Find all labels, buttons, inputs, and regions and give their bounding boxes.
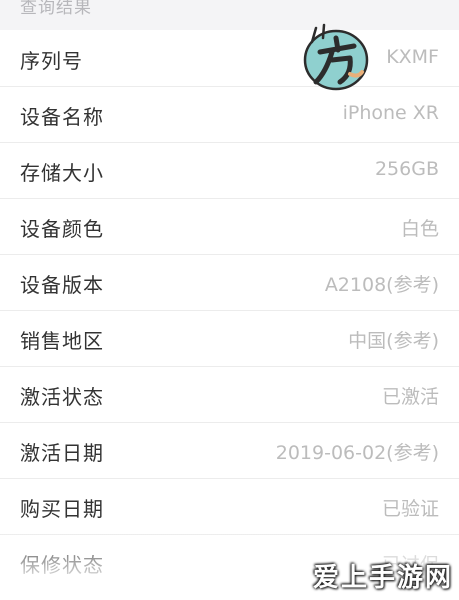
info-row-serial-number: 序列号 C6K KXMF	[0, 31, 459, 87]
site-watermark: 爱上手游网	[312, 563, 453, 593]
purchase-date-label: 购买日期	[20, 497, 104, 521]
model-value: A2108(参考)	[324, 274, 439, 296]
info-row-activation-status: 激活状态 已激活	[0, 367, 459, 423]
info-row-model: 设备版本 A2108(参考)	[0, 255, 459, 311]
activation-status-label: 激活状态	[20, 385, 104, 409]
storage-value: 256GB	[374, 158, 439, 180]
info-row-device-name: 设备名称 iPhone XR	[0, 87, 459, 143]
info-row-color: 设备颜色 白色	[0, 199, 459, 255]
warranty-status-label: 保修状态	[20, 553, 104, 577]
info-row-sales-region: 销售地区 中国(参考)	[0, 311, 459, 367]
sales-region-value: 中国(参考)	[348, 330, 439, 352]
section-title: 查询结果	[20, 0, 92, 18]
storage-label: 存储大小	[20, 161, 104, 185]
sales-region-label: 销售地区	[20, 329, 104, 353]
color-value: 白色	[400, 218, 439, 240]
device-name-label: 设备名称	[20, 105, 104, 129]
activation-status-value: 已激活	[381, 386, 439, 408]
activation-date-label: 激活日期	[20, 441, 104, 465]
serial-number-label: 序列号	[20, 49, 83, 73]
info-row-storage: 存储大小 256GB	[0, 143, 459, 199]
info-row-purchase-date: 购买日期 已验证	[0, 479, 459, 535]
section-header: 查询结果	[0, 0, 459, 30]
color-label: 设备颜色	[20, 217, 104, 241]
info-row-activation-date: 激活日期 2019-06-02(参考)	[0, 423, 459, 479]
device-info-list: 序列号 C6K KXMF 设备名称 iPhone XR 存储大小 256GB 设…	[0, 31, 459, 591]
activation-date-value: 2019-06-02(参考)	[275, 442, 439, 464]
purchase-date-value: 已验证	[381, 498, 439, 520]
model-label: 设备版本	[20, 273, 104, 297]
device-name-value: iPhone XR	[342, 102, 439, 124]
cartoon-character-sticker-icon	[303, 23, 369, 91]
